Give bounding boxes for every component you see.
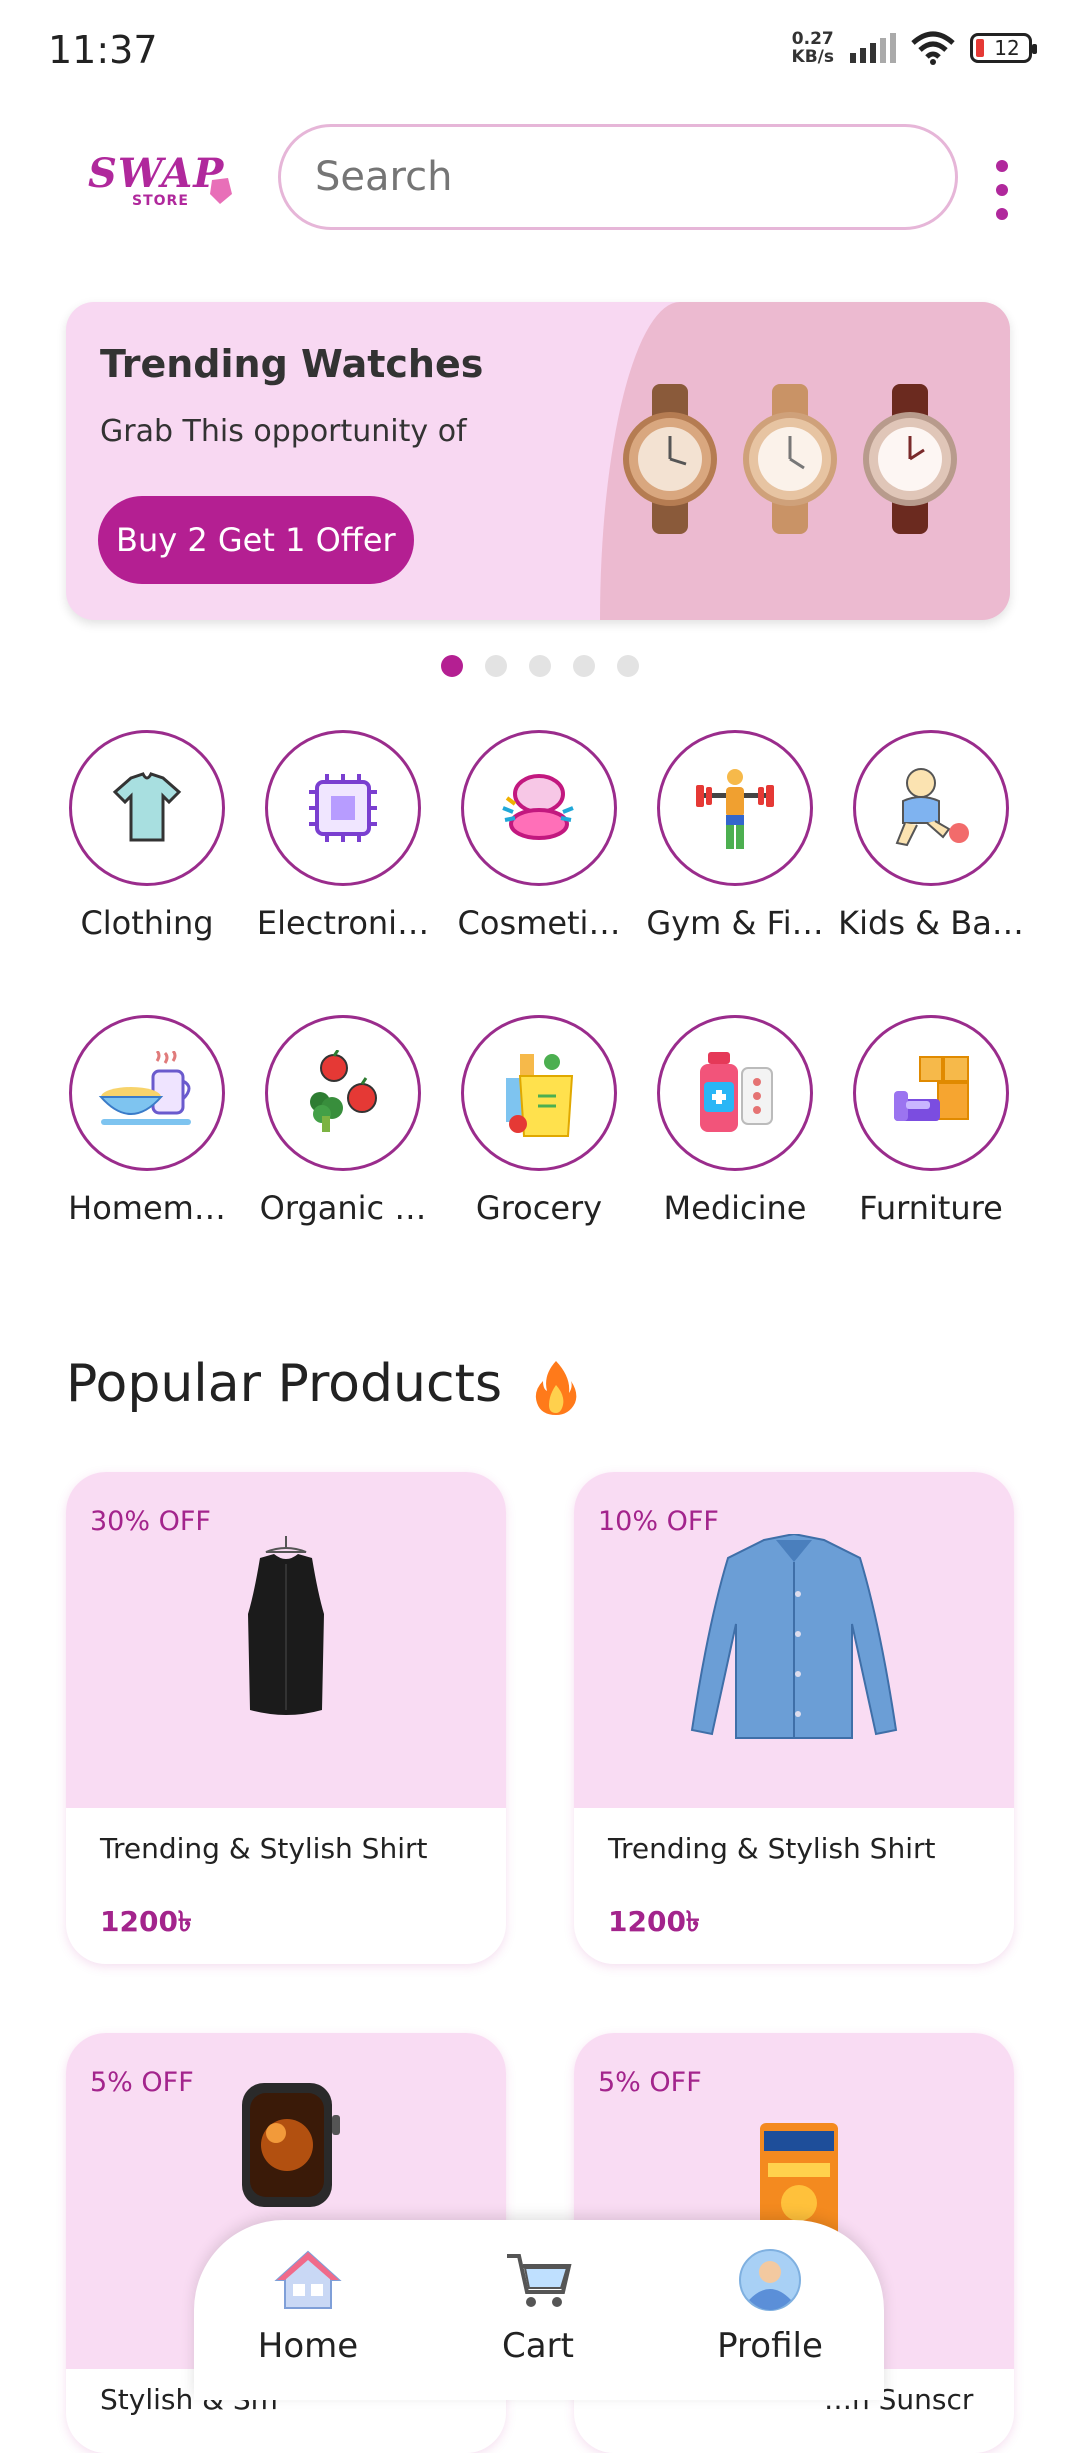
battery-icon: 12 xyxy=(970,33,1037,63)
category-label: Kids & Ba… xyxy=(838,904,1024,942)
nav-label: Profile xyxy=(717,2326,823,2366)
cart-icon xyxy=(507,2254,572,2307)
discount-badge: 30% OFF xyxy=(90,1506,211,1537)
popular-products-title: Popular Products xyxy=(66,1354,579,1415)
nav-home[interactable]: Home xyxy=(228,2248,388,2366)
grocery-bag-icon xyxy=(506,1054,574,1137)
nav-cart[interactable]: Cart xyxy=(458,2248,618,2366)
category-grocery[interactable]: Grocery xyxy=(441,1015,637,1227)
child-icon xyxy=(895,768,969,847)
store-logo[interactable]: SWAP STORE xyxy=(88,150,238,230)
top-bar: SWAP STORE xyxy=(0,110,1080,250)
banner-subtitle: Grab This opportunity of xyxy=(100,414,467,449)
wifi-icon xyxy=(911,31,955,65)
category-furniture[interactable]: Furniture xyxy=(833,1015,1029,1227)
watch-image-3 xyxy=(863,384,957,534)
profile-icon xyxy=(739,2249,801,2311)
blue-shirt-image xyxy=(690,1534,898,1739)
carousel-dot[interactable] xyxy=(573,655,595,677)
breakfast-icon xyxy=(98,1051,191,1125)
status-time: 11:37 xyxy=(48,28,158,72)
vegetables-icon xyxy=(310,1050,377,1132)
medicine-icon xyxy=(700,1052,773,1132)
search-input[interactable] xyxy=(313,153,917,201)
banner-image-panel xyxy=(600,302,1010,620)
carousel-dot[interactable] xyxy=(529,655,551,677)
category-label: Grocery xyxy=(475,1189,603,1227)
home-icon xyxy=(274,2250,342,2309)
product-price: 1200৳ xyxy=(100,1905,192,1938)
more-options-icon[interactable] xyxy=(990,160,1014,220)
status-icons: 0.27 KB/s 12 xyxy=(792,30,1037,66)
network-speed: 0.27 KB/s xyxy=(792,30,834,66)
category-label: Medicine xyxy=(663,1189,807,1227)
discount-badge: 10% OFF xyxy=(598,1506,719,1537)
signal-icon xyxy=(850,33,896,63)
category-label: Gym & Fi… xyxy=(646,904,824,942)
chip-icon xyxy=(309,774,377,842)
nav-profile[interactable]: Profile xyxy=(690,2248,850,2366)
promo-banner[interactable]: Trending Watches Grab This opportunity o… xyxy=(66,302,1010,620)
banner-title: Trending Watches xyxy=(100,342,484,386)
compact-icon xyxy=(502,774,574,840)
product-image-area: 30% OFF xyxy=(66,1472,506,1808)
category-label: Cosmeti… xyxy=(457,904,621,942)
discount-badge: 5% OFF xyxy=(598,2067,702,2098)
product-title: Trending & Stylish Shirt xyxy=(608,1832,936,1865)
discount-badge: 5% OFF xyxy=(90,2067,194,2098)
category-label: Electroni… xyxy=(256,904,430,942)
furniture-icon xyxy=(894,1056,969,1121)
category-medicine[interactable]: Medicine xyxy=(637,1015,833,1227)
network-speed-value: 0.27 xyxy=(791,29,834,49)
category-label: Organic … xyxy=(259,1189,427,1227)
category-label: Clothing xyxy=(80,904,214,942)
banner-offer-button[interactable]: Buy 2 Get 1 Offer xyxy=(98,496,414,584)
category-organic[interactable]: Organic … xyxy=(245,1015,441,1227)
nav-label: Home xyxy=(257,2326,359,2366)
category-electronics[interactable]: Electroni… xyxy=(245,730,441,942)
bottom-navigation: Home Cart Profile xyxy=(194,2220,884,2400)
smartwatch-image xyxy=(242,2083,340,2207)
category-cosmetics[interactable]: Cosmeti… xyxy=(441,730,637,942)
carousel-dot[interactable] xyxy=(441,655,463,677)
watch-image-1 xyxy=(623,384,717,534)
product-title: Trending & Stylish Shirt xyxy=(100,1832,428,1865)
category-homemade[interactable]: Homem… xyxy=(49,1015,245,1227)
product-card[interactable]: 30% OFF Trending & Stylish Shirt 1200৳ xyxy=(66,1472,506,1964)
product-image-area: 10% OFF xyxy=(574,1472,1014,1808)
search-bar[interactable] xyxy=(278,124,958,230)
product-price: 1200৳ xyxy=(608,1905,700,1938)
fire-icon xyxy=(535,1361,576,1415)
watch-image-2 xyxy=(743,384,837,534)
section-title-text: Popular Products xyxy=(66,1354,503,1414)
category-kids-baby[interactable]: Kids & Ba… xyxy=(833,730,1029,942)
battery-level: 12 xyxy=(994,36,1020,60)
carousel-dot[interactable] xyxy=(485,655,507,677)
carousel-dot[interactable] xyxy=(617,655,639,677)
black-vest-image xyxy=(248,1536,324,1715)
carousel-indicator xyxy=(0,655,1080,677)
category-label: Furniture xyxy=(859,1189,1003,1227)
tshirt-icon xyxy=(112,772,182,842)
product-card[interactable]: 10% OFF Trending & Stylish Shirt 1200৳ xyxy=(574,1472,1014,1964)
status-bar: 11:37 0.27 KB/s 12 xyxy=(0,0,1080,100)
category-label: Homem… xyxy=(68,1189,226,1227)
network-speed-unit: KB/s xyxy=(791,47,834,67)
category-clothing[interactable]: Clothing xyxy=(49,730,245,942)
weightlifter-icon xyxy=(696,769,774,849)
category-gym-fitness[interactable]: Gym & Fi… xyxy=(637,730,833,942)
tag-icon xyxy=(210,178,232,204)
nav-label: Cart xyxy=(502,2326,574,2366)
